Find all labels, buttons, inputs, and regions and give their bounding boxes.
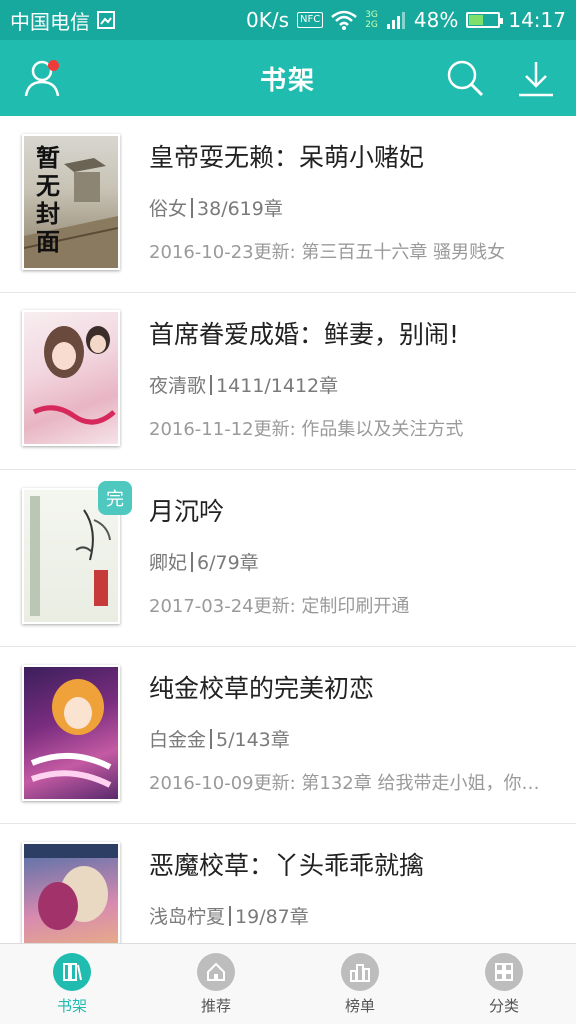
net-type-top: 3G bbox=[365, 10, 378, 20]
battery-percent: 48% bbox=[413, 8, 459, 32]
signal-icon bbox=[386, 10, 406, 30]
bottom-nav: 书架 推荐 榜单 分类 bbox=[0, 943, 576, 1024]
book-row[interactable]: 纯金校草的完美初恋 白金金 5/143章 2016-10-09更新: 第132章… bbox=[0, 647, 576, 824]
book-author: 浅岛柠夏 bbox=[149, 906, 226, 928]
net-speed: 0K/s bbox=[245, 8, 289, 32]
book-meta: 浅岛柠夏 19/87章 bbox=[149, 902, 309, 929]
clock: 14:17 bbox=[508, 8, 566, 32]
bookshelf-icon bbox=[53, 952, 91, 991]
cover-text: 暂无封面 bbox=[36, 144, 60, 256]
net-type-bottom: 2G bbox=[365, 20, 378, 30]
grid-icon bbox=[485, 952, 523, 991]
book-cover: 暂无封面 bbox=[22, 134, 120, 270]
download-button[interactable] bbox=[512, 54, 560, 102]
tab-label: 分类 bbox=[488, 996, 519, 1015]
home-icon bbox=[197, 952, 235, 991]
book-update: 2016-11-12更新: 作品集以及关注方式 bbox=[149, 419, 464, 440]
book-title: 皇帝耍无赖：呆萌小赌妃 bbox=[149, 143, 425, 172]
tab-recommend[interactable]: 推荐 bbox=[144, 944, 288, 1024]
book-cover bbox=[22, 310, 120, 446]
book-progress: 19/87章 bbox=[235, 906, 309, 928]
tab-label: 书架 bbox=[56, 996, 87, 1015]
network-type-icon: 3G 2G bbox=[365, 10, 378, 30]
book-progress: 1411/1412章 bbox=[216, 375, 339, 397]
tab-bookshelf[interactable]: 书架 bbox=[0, 944, 144, 1024]
book-cover bbox=[22, 842, 120, 943]
book-row[interactable]: 暂无封面 皇帝耍无赖：呆萌小赌妃 俗女 38/619章 2016-10-23更新… bbox=[0, 116, 576, 293]
divider bbox=[210, 728, 213, 749]
book-row[interactable]: 月沉吟 卿妃 6/79章 2017-03-24更新: 定制印刷开通 bbox=[0, 470, 576, 647]
divider bbox=[191, 551, 194, 572]
status-bar: 中国电信 0K/s NFC 3G 2G 48% 14:17 bbox=[0, 0, 576, 40]
book-update: 2017-03-24更新: 定制印刷开通 bbox=[149, 596, 410, 617]
tab-label: 推荐 bbox=[200, 996, 231, 1015]
book-row[interactable]: 首席眷爱成婚：鲜妻，别闹! 夜清歌 1411/1412章 2016-11-12更… bbox=[0, 293, 576, 470]
tab-ranking[interactable]: 榜单 bbox=[288, 944, 432, 1024]
book-progress: 5/143章 bbox=[216, 729, 290, 751]
book-meta: 夜清歌 1411/1412章 bbox=[149, 371, 338, 398]
tab-category[interactable]: 分类 bbox=[432, 944, 576, 1024]
image-notification-icon bbox=[96, 10, 116, 30]
divider bbox=[191, 197, 194, 218]
nfc-icon: NFC bbox=[296, 12, 324, 28]
ranking-icon bbox=[341, 952, 379, 991]
book-meta: 白金金 5/143章 bbox=[149, 725, 290, 752]
book-author: 夜清歌 bbox=[149, 375, 207, 397]
profile-button[interactable] bbox=[18, 54, 66, 102]
book-author: 俗女 bbox=[149, 198, 188, 220]
tab-label: 榜单 bbox=[344, 996, 375, 1015]
book-cover bbox=[22, 665, 120, 801]
book-list[interactable]: 暂无封面 皇帝耍无赖：呆萌小赌妃 俗女 38/619章 2016-10-23更新… bbox=[0, 116, 576, 943]
book-meta: 卿妃 6/79章 bbox=[149, 548, 259, 575]
completed-badge: 完 bbox=[98, 481, 132, 515]
book-title: 首席眷爱成婚：鲜妻，别闹! bbox=[149, 320, 460, 349]
book-progress: 38/619章 bbox=[197, 198, 283, 220]
app-bar: 书架 bbox=[0, 40, 576, 116]
book-author: 卿妃 bbox=[149, 552, 188, 574]
divider bbox=[210, 374, 213, 395]
book-progress: 6/79章 bbox=[197, 552, 259, 574]
search-button[interactable] bbox=[441, 54, 489, 102]
download-icon bbox=[519, 62, 553, 97]
book-update: 2016-10-23更新: 第三百五十六章 骚男贱女 bbox=[149, 242, 506, 263]
book-row[interactable]: 恶魔校草：丫头乖乖就擒 浅岛柠夏 19/87章 bbox=[0, 824, 576, 943]
book-update: 2016-10-09更新: 第132章 给我带走小姐，你们... bbox=[149, 773, 554, 794]
book-author: 白金金 bbox=[149, 729, 207, 751]
page-title: 书架 bbox=[259, 65, 316, 96]
notification-dot bbox=[48, 60, 59, 71]
divider bbox=[229, 905, 232, 926]
book-title: 月沉吟 bbox=[149, 497, 225, 526]
battery-icon bbox=[466, 12, 504, 28]
book-meta: 俗女 38/619章 bbox=[149, 194, 283, 221]
search-icon bbox=[447, 60, 484, 97]
wifi-icon bbox=[331, 10, 358, 30]
book-title: 恶魔校草：丫头乖乖就擒 bbox=[149, 851, 425, 880]
carrier-label: 中国电信 bbox=[10, 9, 90, 34]
book-title: 纯金校草的完美初恋 bbox=[149, 674, 375, 703]
